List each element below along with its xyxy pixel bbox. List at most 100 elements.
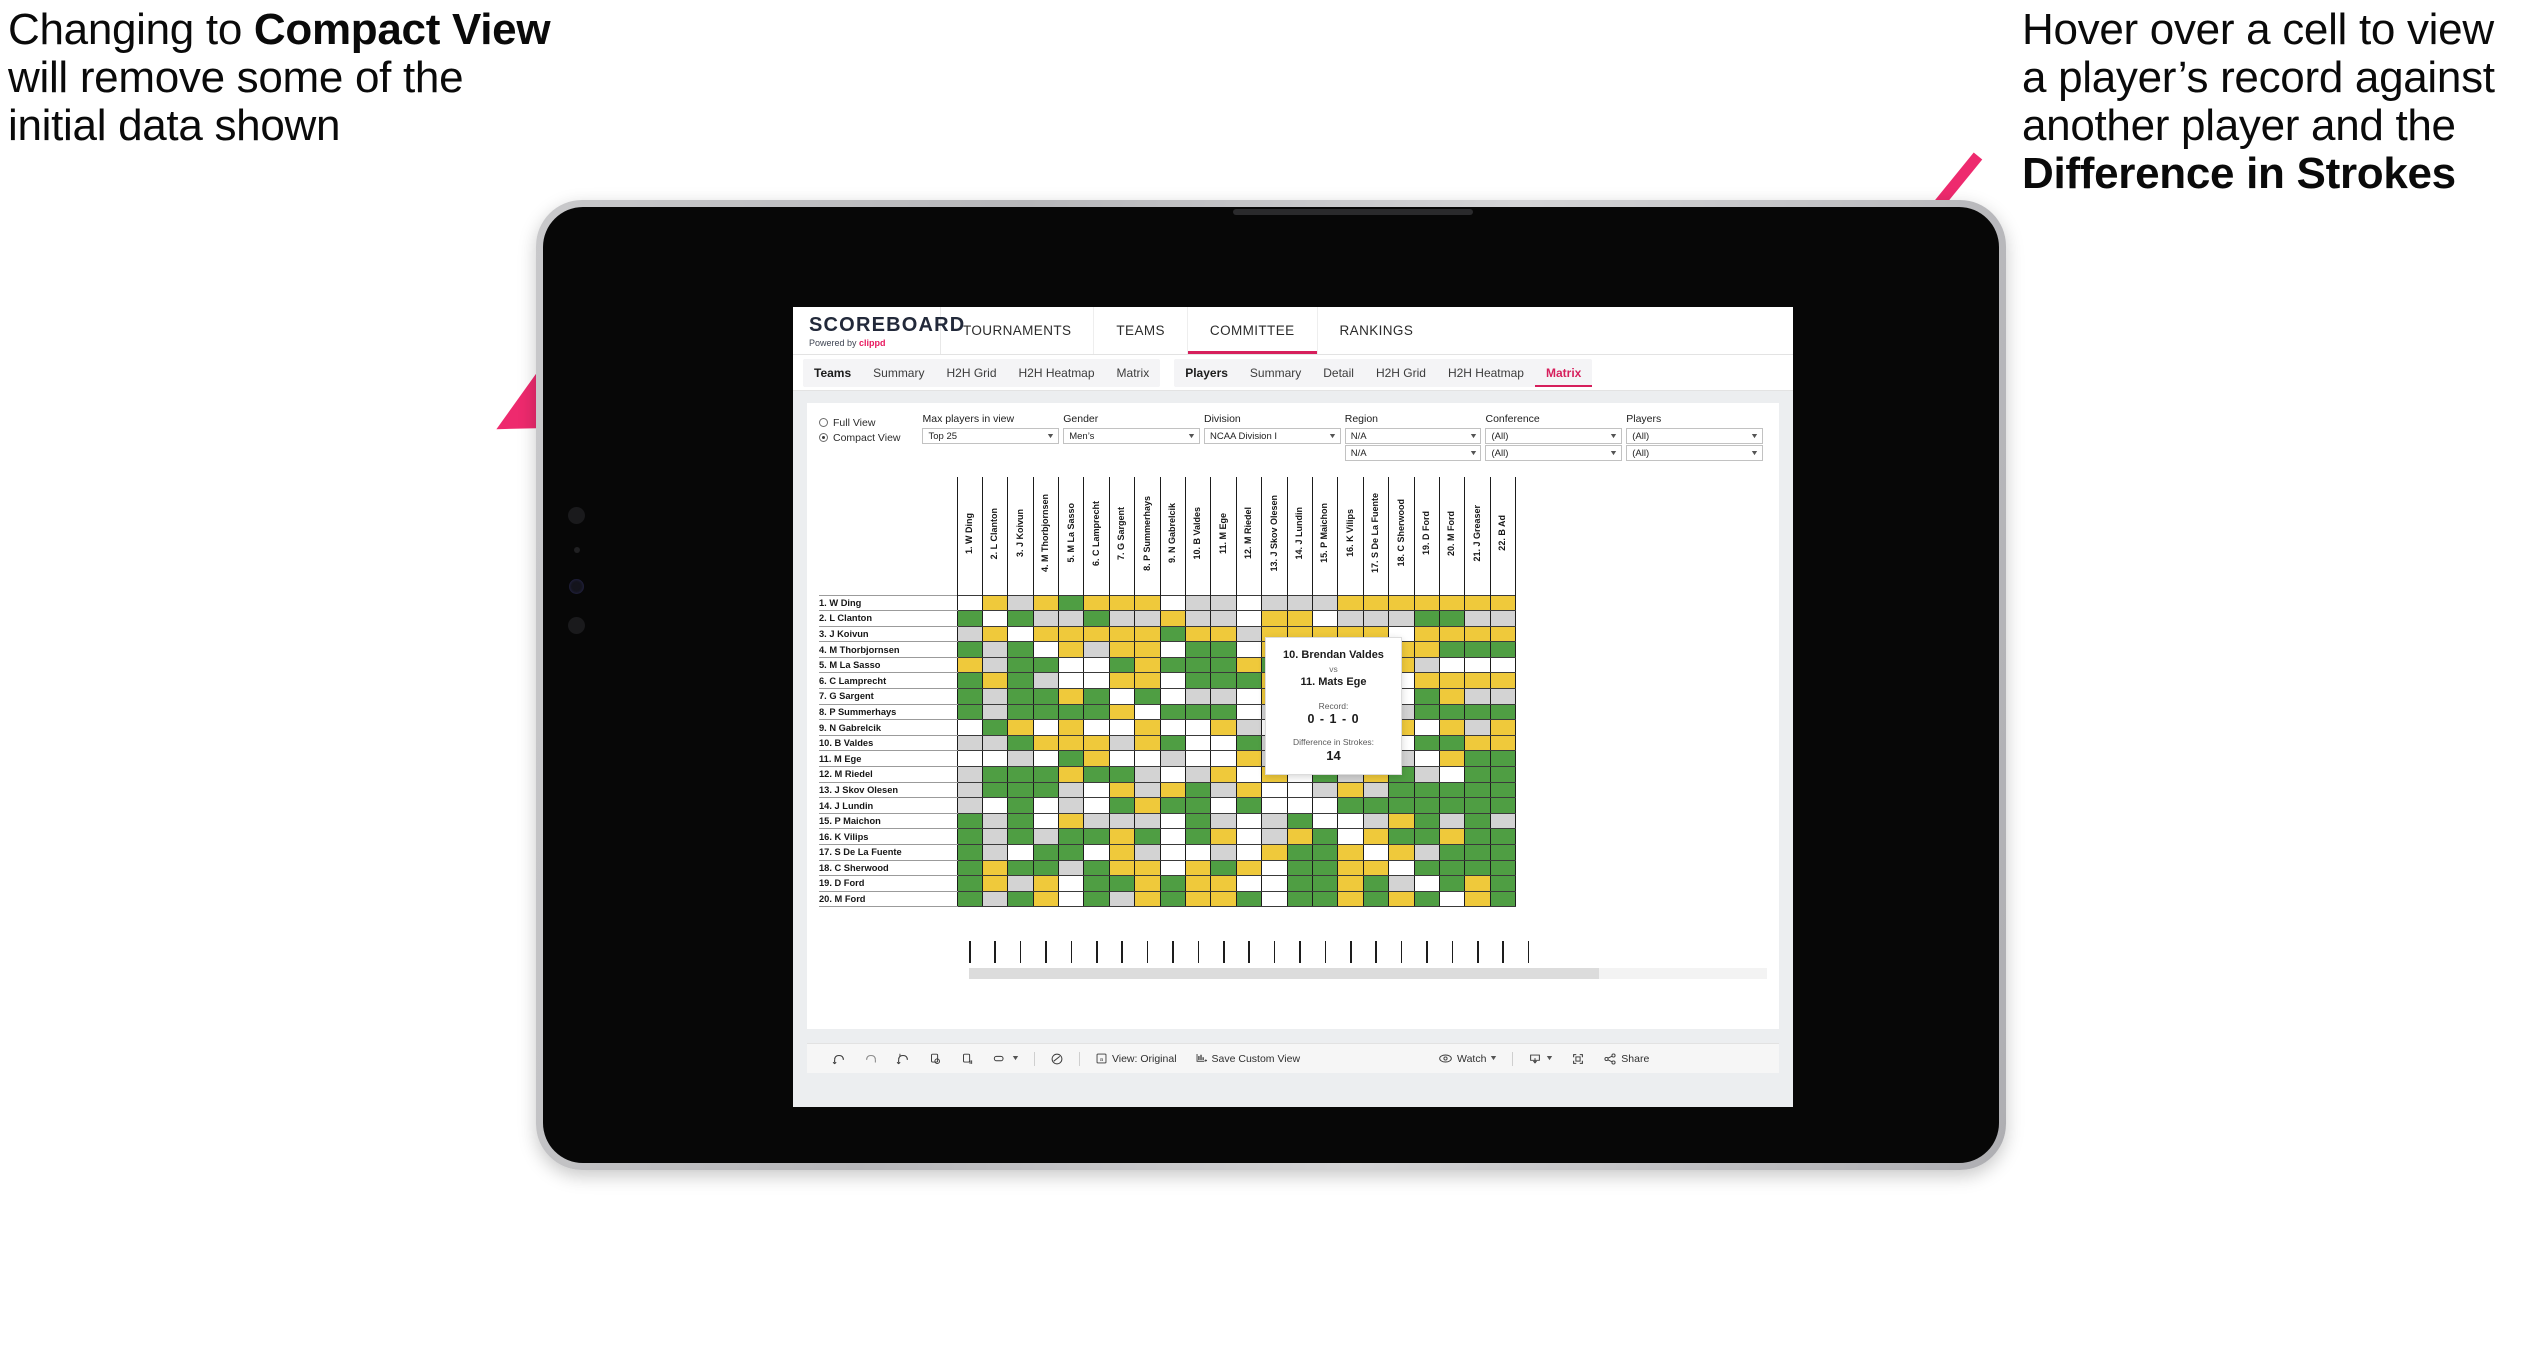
matrix-row-header[interactable]: 8. P Summerhays bbox=[819, 703, 957, 721]
matrix-row-header[interactable]: 2. L Clanton bbox=[819, 610, 957, 627]
matrix-cell[interactable] bbox=[1007, 859, 1034, 877]
matrix-cell[interactable] bbox=[1388, 890, 1415, 908]
matrix-cell[interactable] bbox=[1311, 797, 1339, 814]
matrix-cell[interactable] bbox=[1083, 766, 1110, 783]
matrix-cell[interactable] bbox=[1185, 875, 1212, 892]
matrix-cell[interactable] bbox=[1438, 625, 1466, 643]
matrix-cell[interactable] bbox=[1058, 859, 1085, 877]
share-button[interactable]: Share bbox=[1594, 1044, 1658, 1074]
matrix-cell[interactable] bbox=[1108, 641, 1136, 658]
undo-button[interactable] bbox=[823, 1044, 855, 1074]
matrix-cell[interactable] bbox=[1210, 672, 1237, 690]
matrix-cell[interactable] bbox=[1210, 828, 1237, 845]
matrix-cell[interactable] bbox=[1464, 812, 1491, 830]
matrix-cell[interactable] bbox=[1032, 890, 1060, 908]
matrix-cell[interactable] bbox=[1058, 610, 1085, 627]
tab-players-h2h-heatmap[interactable]: H2H Heatmap bbox=[1437, 359, 1535, 387]
matrix-cell[interactable] bbox=[1210, 688, 1237, 705]
help-button[interactable] bbox=[1041, 1044, 1073, 1074]
matrix-cell[interactable] bbox=[1464, 781, 1491, 799]
matrix-cell[interactable] bbox=[956, 844, 983, 861]
matrix-column-header[interactable]: 20. M Ford bbox=[1438, 477, 1466, 595]
matrix-cell[interactable] bbox=[1362, 797, 1390, 814]
matrix-cell[interactable] bbox=[1083, 890, 1110, 908]
matrix-cell[interactable] bbox=[1261, 781, 1288, 799]
matrix-cell[interactable] bbox=[1438, 656, 1466, 674]
matrix-cell[interactable] bbox=[1159, 734, 1187, 752]
matrix-cell[interactable] bbox=[1235, 688, 1263, 705]
tab-players-h2h-grid[interactable]: H2H Grid bbox=[1365, 359, 1437, 387]
download-button[interactable]: ▼ bbox=[1519, 1044, 1562, 1074]
radio-button-icon[interactable] bbox=[819, 418, 828, 427]
matrix-cell[interactable] bbox=[1388, 781, 1415, 799]
radio-compact-view[interactable]: Compact View bbox=[819, 430, 922, 445]
matrix-cell[interactable] bbox=[1032, 594, 1060, 612]
matrix-cell[interactable] bbox=[1337, 890, 1364, 908]
matrix-cell[interactable] bbox=[981, 812, 1009, 830]
matrix-cell[interactable] bbox=[1489, 781, 1517, 799]
matrix-cell[interactable] bbox=[1210, 641, 1237, 658]
matrix-cell[interactable] bbox=[1337, 594, 1364, 612]
matrix-cell[interactable] bbox=[1388, 875, 1415, 892]
matrix-cell[interactable] bbox=[1007, 750, 1034, 768]
matrix-cell[interactable] bbox=[1438, 610, 1466, 627]
matrix-column-header[interactable]: 8. P Summerhays bbox=[1134, 477, 1161, 595]
matrix-cell[interactable] bbox=[1058, 641, 1085, 658]
matrix-row-header[interactable]: 14. J Lundin bbox=[819, 797, 957, 814]
matrix-cell[interactable] bbox=[981, 844, 1009, 861]
matrix-cell[interactable] bbox=[1413, 812, 1440, 830]
matrix-cell[interactable] bbox=[1489, 766, 1517, 783]
matrix-cell[interactable] bbox=[1311, 812, 1339, 830]
matrix-cell[interactable] bbox=[1185, 781, 1212, 799]
matrix-cell[interactable] bbox=[1261, 610, 1288, 627]
dropdown-region-2[interactable]: N/A ▼ bbox=[1344, 445, 1482, 461]
matrix-cell[interactable] bbox=[1388, 797, 1415, 814]
matrix-cell[interactable] bbox=[1032, 625, 1060, 643]
matrix-cell[interactable] bbox=[1489, 719, 1517, 736]
matrix-cell[interactable] bbox=[1134, 688, 1161, 705]
matrix-cell[interactable] bbox=[1083, 625, 1110, 643]
matrix-cell[interactable] bbox=[1185, 641, 1212, 658]
matrix-cell[interactable] bbox=[1413, 594, 1440, 612]
matrix-cell[interactable] bbox=[956, 672, 983, 690]
matrix-cell[interactable] bbox=[1108, 625, 1136, 643]
matrix-cell[interactable] bbox=[1261, 828, 1288, 845]
matrix-cell[interactable] bbox=[1058, 594, 1085, 612]
matrix-cell[interactable] bbox=[956, 812, 983, 830]
matrix-cell[interactable] bbox=[1032, 703, 1060, 721]
matrix-cell[interactable] bbox=[1058, 875, 1085, 892]
matrix-cell[interactable] bbox=[981, 672, 1009, 690]
matrix-cell[interactable] bbox=[1388, 844, 1415, 861]
matrix-cell[interactable] bbox=[1108, 890, 1136, 908]
matrix-row-header[interactable]: 1. W Ding bbox=[819, 594, 957, 612]
matrix-cell[interactable] bbox=[1337, 859, 1364, 877]
matrix-cell[interactable] bbox=[1007, 610, 1034, 627]
matrix-cell[interactable] bbox=[1159, 656, 1187, 674]
matrix-cell[interactable] bbox=[1083, 797, 1110, 814]
tab-players-summary[interactable]: Summary bbox=[1239, 359, 1312, 387]
matrix-cell[interactable] bbox=[1489, 672, 1517, 690]
matrix-row-header[interactable]: 5. M La Sasso bbox=[819, 656, 957, 674]
matrix-cell[interactable] bbox=[1032, 875, 1060, 892]
matrix-cell[interactable] bbox=[1413, 781, 1440, 799]
matrix-cell[interactable] bbox=[1083, 672, 1110, 690]
matrix-cell[interactable] bbox=[956, 828, 983, 845]
scrollbar-thumb[interactable] bbox=[969, 968, 1600, 979]
matrix-cell[interactable] bbox=[1032, 750, 1060, 768]
nav-item-tournaments[interactable]: TOURNAMENTS bbox=[941, 307, 1095, 354]
matrix-cell[interactable] bbox=[981, 781, 1009, 799]
matrix-cell[interactable] bbox=[1058, 890, 1085, 908]
matrix-cell[interactable] bbox=[1413, 750, 1440, 768]
matrix-cell[interactable] bbox=[1438, 641, 1466, 658]
matrix-cell[interactable] bbox=[1185, 828, 1212, 845]
matrix-cell[interactable] bbox=[981, 797, 1009, 814]
matrix-cell[interactable] bbox=[1032, 672, 1060, 690]
matrix-cell[interactable] bbox=[1159, 781, 1187, 799]
matrix-cell[interactable] bbox=[1362, 812, 1390, 830]
matrix-cell[interactable] bbox=[1413, 656, 1440, 674]
matrix-cell[interactable] bbox=[1032, 797, 1060, 814]
matrix-cell[interactable] bbox=[1464, 734, 1491, 752]
matrix-cell[interactable] bbox=[1235, 719, 1263, 736]
matrix-cell[interactable] bbox=[1159, 688, 1187, 705]
nav-item-rankings[interactable]: RANKINGS bbox=[1318, 307, 1436, 354]
